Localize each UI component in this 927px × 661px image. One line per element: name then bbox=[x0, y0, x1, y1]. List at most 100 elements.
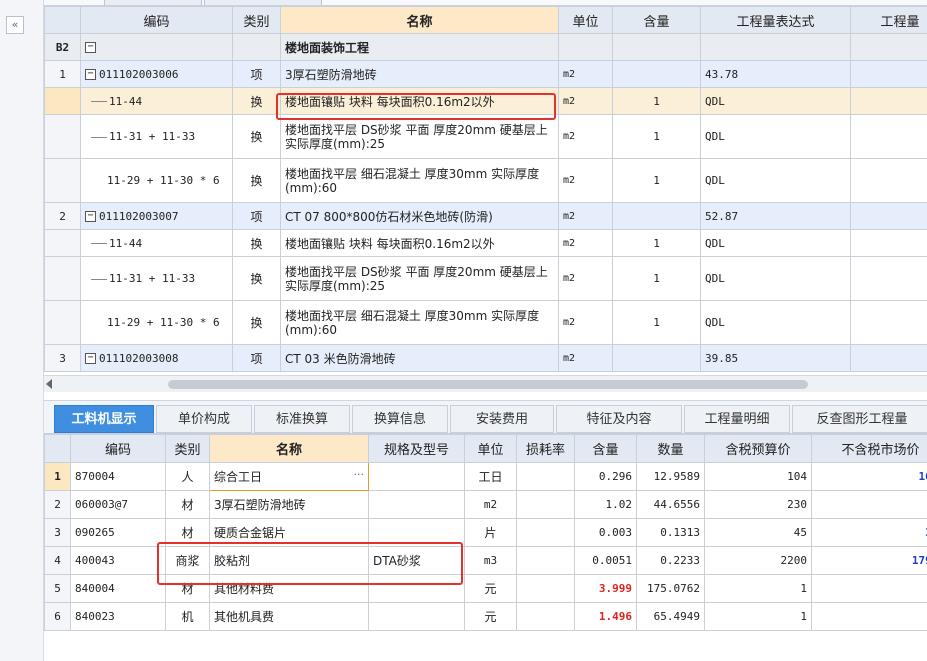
unit-cell[interactable]: m2 bbox=[558, 114, 613, 159]
quantity-cell[interactable]: 4 bbox=[850, 114, 927, 159]
expression-cell[interactable]: QDL bbox=[700, 256, 851, 301]
table-row[interactable]: 6 840023 机 其他机具费 元 1.496 65.4949 1 bbox=[44, 602, 927, 631]
quantity-cell[interactable]: 5 bbox=[850, 256, 927, 301]
col-header-quantity[interactable]: 数量 bbox=[636, 434, 705, 463]
category-cell[interactable]: 材 bbox=[165, 518, 210, 547]
quantity-cell[interactable]: 3 bbox=[850, 344, 927, 372]
name-cell[interactable]: CT 03 米色防滑地砖 bbox=[280, 344, 559, 372]
table-row[interactable]: 2 060003@7 材 3厚石塑防滑地砖 m2 1.02 44.6556 23… bbox=[44, 490, 927, 519]
name-cell[interactable]: 3厚石塑防滑地砖 bbox=[209, 490, 369, 519]
category-cell[interactable]: 材 bbox=[165, 574, 210, 603]
category-cell[interactable]: 换 bbox=[232, 300, 281, 345]
market-price-cell[interactable]: 163. bbox=[811, 462, 927, 491]
name-cell[interactable]: 楼地面镶贴 块料 每块面积0.16m2以外 bbox=[280, 229, 559, 257]
budget-price-cell[interactable]: 45 bbox=[704, 518, 812, 547]
category-cell[interactable]: 人 bbox=[165, 462, 210, 491]
category-cell[interactable]: 换 bbox=[232, 229, 281, 257]
content-cell[interactable]: 0.296 bbox=[574, 462, 637, 491]
quantity-cell[interactable]: 0.1313 bbox=[636, 518, 705, 547]
budget-price-cell[interactable]: 1 bbox=[704, 602, 812, 631]
loss-rate-cell[interactable] bbox=[516, 602, 575, 631]
tab-conversion-info[interactable]: 换算信息 bbox=[352, 405, 448, 433]
budget-price-cell[interactable]: 104 bbox=[704, 462, 812, 491]
name-cell[interactable]: 楼地面镶贴 块料 每块面积0.16m2以外 bbox=[280, 87, 559, 115]
table-row[interactable]: 11-29 + 11-30 * 6 换 楼地面找平层 细石混凝土 厚度30mm … bbox=[44, 158, 927, 203]
tab-labor-material-machine[interactable]: 工料机显示 bbox=[54, 405, 154, 433]
tab-reverse-lookup-quantity[interactable]: 反查图形工程量 bbox=[792, 405, 927, 433]
table-row[interactable]: 11-44 换 楼地面镶贴 块料 每块面积0.16m2以外 m2 1 QDL 4 bbox=[44, 87, 927, 115]
quantity-cell[interactable]: 0.2233 bbox=[636, 546, 705, 575]
name-cell[interactable]: 楼地面找平层 DS砂浆 平面 厚度20mm 硬基层上 实际厚度(mm):25 bbox=[280, 256, 559, 301]
code-cell[interactable]: 11-31 + 11-33 bbox=[80, 256, 233, 301]
name-cell[interactable]: 其他材料费 bbox=[209, 574, 369, 603]
col-header-category[interactable]: 类别 bbox=[232, 6, 281, 34]
col-header-content[interactable]: 含量 bbox=[574, 434, 637, 463]
expression-cell[interactable]: QDL bbox=[700, 158, 851, 203]
col-header-loss-rate[interactable]: 损耗率 bbox=[516, 434, 575, 463]
tab-quantity-detail[interactable]: 工程量明细 bbox=[684, 405, 790, 433]
expression-cell[interactable]: 39.85 bbox=[700, 344, 851, 372]
market-price-cell[interactable]: 1795. bbox=[811, 546, 927, 575]
col-header-name[interactable]: 名称 bbox=[280, 6, 559, 34]
table-row[interactable]: 1 −011102003006 项 3厚石塑防滑地砖 m2 43.78 4 bbox=[44, 60, 927, 88]
expression-cell[interactable]: QDL bbox=[700, 300, 851, 345]
name-cell[interactable]: 硬质合金锯片 bbox=[209, 518, 369, 547]
content-cell[interactable]: 3.999 bbox=[574, 574, 637, 603]
table-row[interactable]: 2 −011102003007 项 CT 07 800*800仿石材米色地砖(防… bbox=[44, 202, 927, 230]
spec-cell[interactable] bbox=[368, 490, 465, 519]
code-cell[interactable]: 870004 bbox=[70, 462, 166, 491]
unit-cell[interactable]: 片 bbox=[464, 518, 517, 547]
unit-cell[interactable]: m2 bbox=[558, 60, 613, 88]
collapse-panel-button[interactable]: « bbox=[6, 16, 24, 34]
content-cell[interactable]: 0.003 bbox=[574, 518, 637, 547]
market-price-cell[interactable] bbox=[811, 574, 927, 603]
content-cell[interactable]: 0.0051 bbox=[574, 546, 637, 575]
expression-cell[interactable]: QDL bbox=[700, 114, 851, 159]
code-cell[interactable]: −011102003007 bbox=[80, 202, 233, 230]
expression-cell[interactable]: QDL bbox=[700, 87, 851, 115]
code-cell[interactable]: 11-31 + 11-33 bbox=[80, 114, 233, 159]
col-header-market-price[interactable]: 不含税市场价 bbox=[811, 434, 927, 463]
unit-cell[interactable]: m2 bbox=[464, 490, 517, 519]
table-row[interactable]: 11-31 + 11-33 换 楼地面找平层 DS砂浆 平面 厚度20mm 硬基… bbox=[44, 256, 927, 301]
content-cell[interactable] bbox=[612, 344, 701, 372]
loss-rate-cell[interactable] bbox=[516, 462, 575, 491]
table-row[interactable]: 11-31 + 11-33 换 楼地面找平层 DS砂浆 平面 厚度20mm 硬基… bbox=[44, 114, 927, 159]
category-cell[interactable]: 换 bbox=[232, 256, 281, 301]
table-row[interactable]: 11-44 换 楼地面镶贴 块料 每块面积0.16m2以外 m2 1 QDL 5 bbox=[44, 229, 927, 257]
category-cell[interactable]: 换 bbox=[232, 114, 281, 159]
content-cell[interactable]: 1 bbox=[612, 87, 701, 115]
name-cell[interactable]: CT 07 800*800仿石材米色地砖(防滑) bbox=[280, 202, 559, 230]
horizontal-scrollbar[interactable] bbox=[44, 375, 927, 392]
tab-features-content[interactable]: 特征及内容 bbox=[556, 405, 682, 433]
table-row[interactable]: 1 870004 人 综合工日 ··· 工日 0.296 12.9589 104 … bbox=[44, 462, 927, 491]
content-cell[interactable]: 1 bbox=[612, 114, 701, 159]
loss-rate-cell[interactable] bbox=[516, 546, 575, 575]
name-cell[interactable]: 3厚石塑防滑地砖 bbox=[280, 60, 559, 88]
table-row[interactable]: 4 400043 商浆 胶粘剂 DTA砂浆 m3 0.0051 0.2233 2… bbox=[44, 546, 927, 575]
code-cell[interactable]: −011102003006 bbox=[80, 60, 233, 88]
category-cell[interactable]: 材 bbox=[165, 490, 210, 519]
quantity-cell[interactable]: 12.9589 bbox=[636, 462, 705, 491]
unit-cell[interactable]: m2 bbox=[558, 229, 613, 257]
unit-cell[interactable]: m2 bbox=[558, 202, 613, 230]
name-cell[interactable]: 楼地面找平层 细石混凝土 厚度30mm 实际厚度(mm):60 bbox=[280, 158, 559, 203]
content-cell[interactable] bbox=[612, 202, 701, 230]
quantity-cell[interactable]: 65.4949 bbox=[636, 602, 705, 631]
unit-cell[interactable]: 元 bbox=[464, 602, 517, 631]
expression-cell[interactable]: 52.87 bbox=[700, 202, 851, 230]
unit-cell[interactable]: m2 bbox=[558, 300, 613, 345]
category-cell[interactable]: 项 bbox=[232, 344, 281, 372]
name-cell[interactable]: 楼地面找平层 细石混凝土 厚度30mm 实际厚度(mm):60 bbox=[280, 300, 559, 345]
col-header-code[interactable]: 编码 bbox=[70, 434, 166, 463]
col-header-budget-price[interactable]: 含税预算价 bbox=[704, 434, 812, 463]
content-cell[interactable]: 1 bbox=[612, 256, 701, 301]
content-cell[interactable]: 1 bbox=[612, 300, 701, 345]
col-header-content[interactable]: 含量 bbox=[612, 6, 701, 34]
collapse-toggle-icon[interactable]: − bbox=[85, 211, 96, 222]
code-cell[interactable]: 840004 bbox=[70, 574, 166, 603]
quantity-cell[interactable]: 4 bbox=[850, 60, 927, 88]
name-cell[interactable]: 楼地面找平层 DS砂浆 平面 厚度20mm 硬基层上 实际厚度(mm):25 bbox=[280, 114, 559, 159]
col-header-category[interactable]: 类别 bbox=[165, 434, 210, 463]
content-cell[interactable]: 1.02 bbox=[574, 490, 637, 519]
